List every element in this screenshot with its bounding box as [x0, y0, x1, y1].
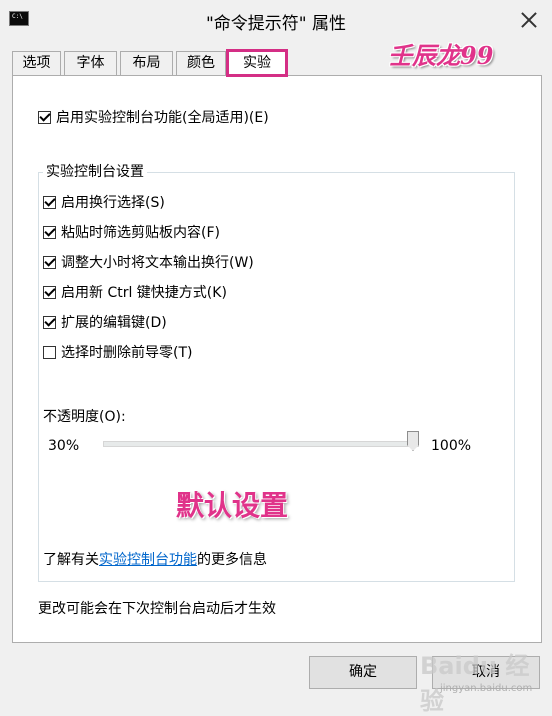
- close-icon[interactable]: [518, 9, 540, 31]
- opacity-label: 不透明度(O):: [43, 409, 126, 425]
- global-experimental-option[interactable]: 启用实验控制台功能(全局适用)(E): [38, 109, 269, 127]
- opacity-max-label: 100%: [431, 438, 472, 454]
- enable-experimental-checkbox[interactable]: [38, 110, 51, 124]
- info-prefix: 了解有关: [43, 552, 99, 568]
- ok-button[interactable]: 确定: [309, 656, 417, 689]
- option-ctrl-shortcuts[interactable]: 启用新 Ctrl 键快捷方式(K): [43, 284, 227, 302]
- tab-options[interactable]: 选项: [12, 51, 61, 75]
- cancel-button[interactable]: 取消: [432, 656, 540, 689]
- option-filter-clipboard[interactable]: 粘贴时筛选剪贴板内容(F): [43, 224, 220, 242]
- option-wrap-on-resize[interactable]: 调整大小时将文本输出换行(W): [43, 254, 254, 272]
- wrap-on-resize-label: 调整大小时将文本输出换行(W): [61, 255, 254, 271]
- group-title: 实验控制台设置: [43, 164, 147, 180]
- option-extended-edit-keys[interactable]: 扩展的编辑键(D): [43, 314, 167, 332]
- option-trim-leading-zeros[interactable]: 选择时删除前导零(T): [43, 344, 192, 362]
- opacity-min-label: 30%: [48, 438, 80, 454]
- tab-bar: 选项 字体 布局 颜色 实验: [12, 49, 542, 77]
- trim-leading-zeros-label: 选择时删除前导零(T): [61, 345, 193, 361]
- window-title: "命令提示符" 属性: [205, 14, 347, 34]
- trim-leading-zeros-checkbox[interactable]: [43, 345, 56, 359]
- ctrl-shortcuts-label: 启用新 Ctrl 键快捷方式(K): [61, 285, 227, 301]
- tab-font[interactable]: 字体: [64, 51, 117, 75]
- filter-clipboard-checkbox[interactable]: [43, 225, 56, 239]
- option-line-wrap-selection[interactable]: 启用换行选择(S): [43, 194, 165, 212]
- tab-experimental[interactable]: 实验: [226, 49, 288, 77]
- ctrl-shortcuts-checkbox[interactable]: [43, 285, 56, 299]
- experimental-tab-panel: 启用实验控制台功能(全局适用)(E) 实验控制台设置 启用换行选择(S) 粘贴时…: [12, 75, 542, 643]
- restart-notice: 更改可能会在下次控制台启动后才生效: [38, 601, 276, 617]
- default-settings-watermark: 默认设置: [176, 489, 289, 522]
- info-line: 了解有关实验控制台功能的更多信息: [43, 549, 267, 569]
- info-suffix: 的更多信息: [197, 552, 267, 568]
- line-wrap-selection-label: 启用换行选择(S): [61, 195, 165, 211]
- wrap-on-resize-checkbox[interactable]: [43, 255, 56, 269]
- tab-layout[interactable]: 布局: [120, 51, 173, 75]
- extended-edit-keys-checkbox[interactable]: [43, 315, 56, 329]
- line-wrap-selection-checkbox[interactable]: [43, 195, 56, 209]
- tab-colors[interactable]: 颜色: [176, 51, 226, 75]
- title-bar: "命令提示符" 属性: [0, 0, 552, 38]
- extended-edit-keys-label: 扩展的编辑键(D): [61, 315, 167, 331]
- enable-experimental-label: 启用实验控制台功能(全局适用)(E): [56, 110, 269, 126]
- opacity-slider-track[interactable]: [103, 441, 419, 447]
- experimental-features-link[interactable]: 实验控制台功能: [99, 552, 197, 568]
- filter-clipboard-label: 粘贴时筛选剪贴板内容(F): [61, 225, 220, 241]
